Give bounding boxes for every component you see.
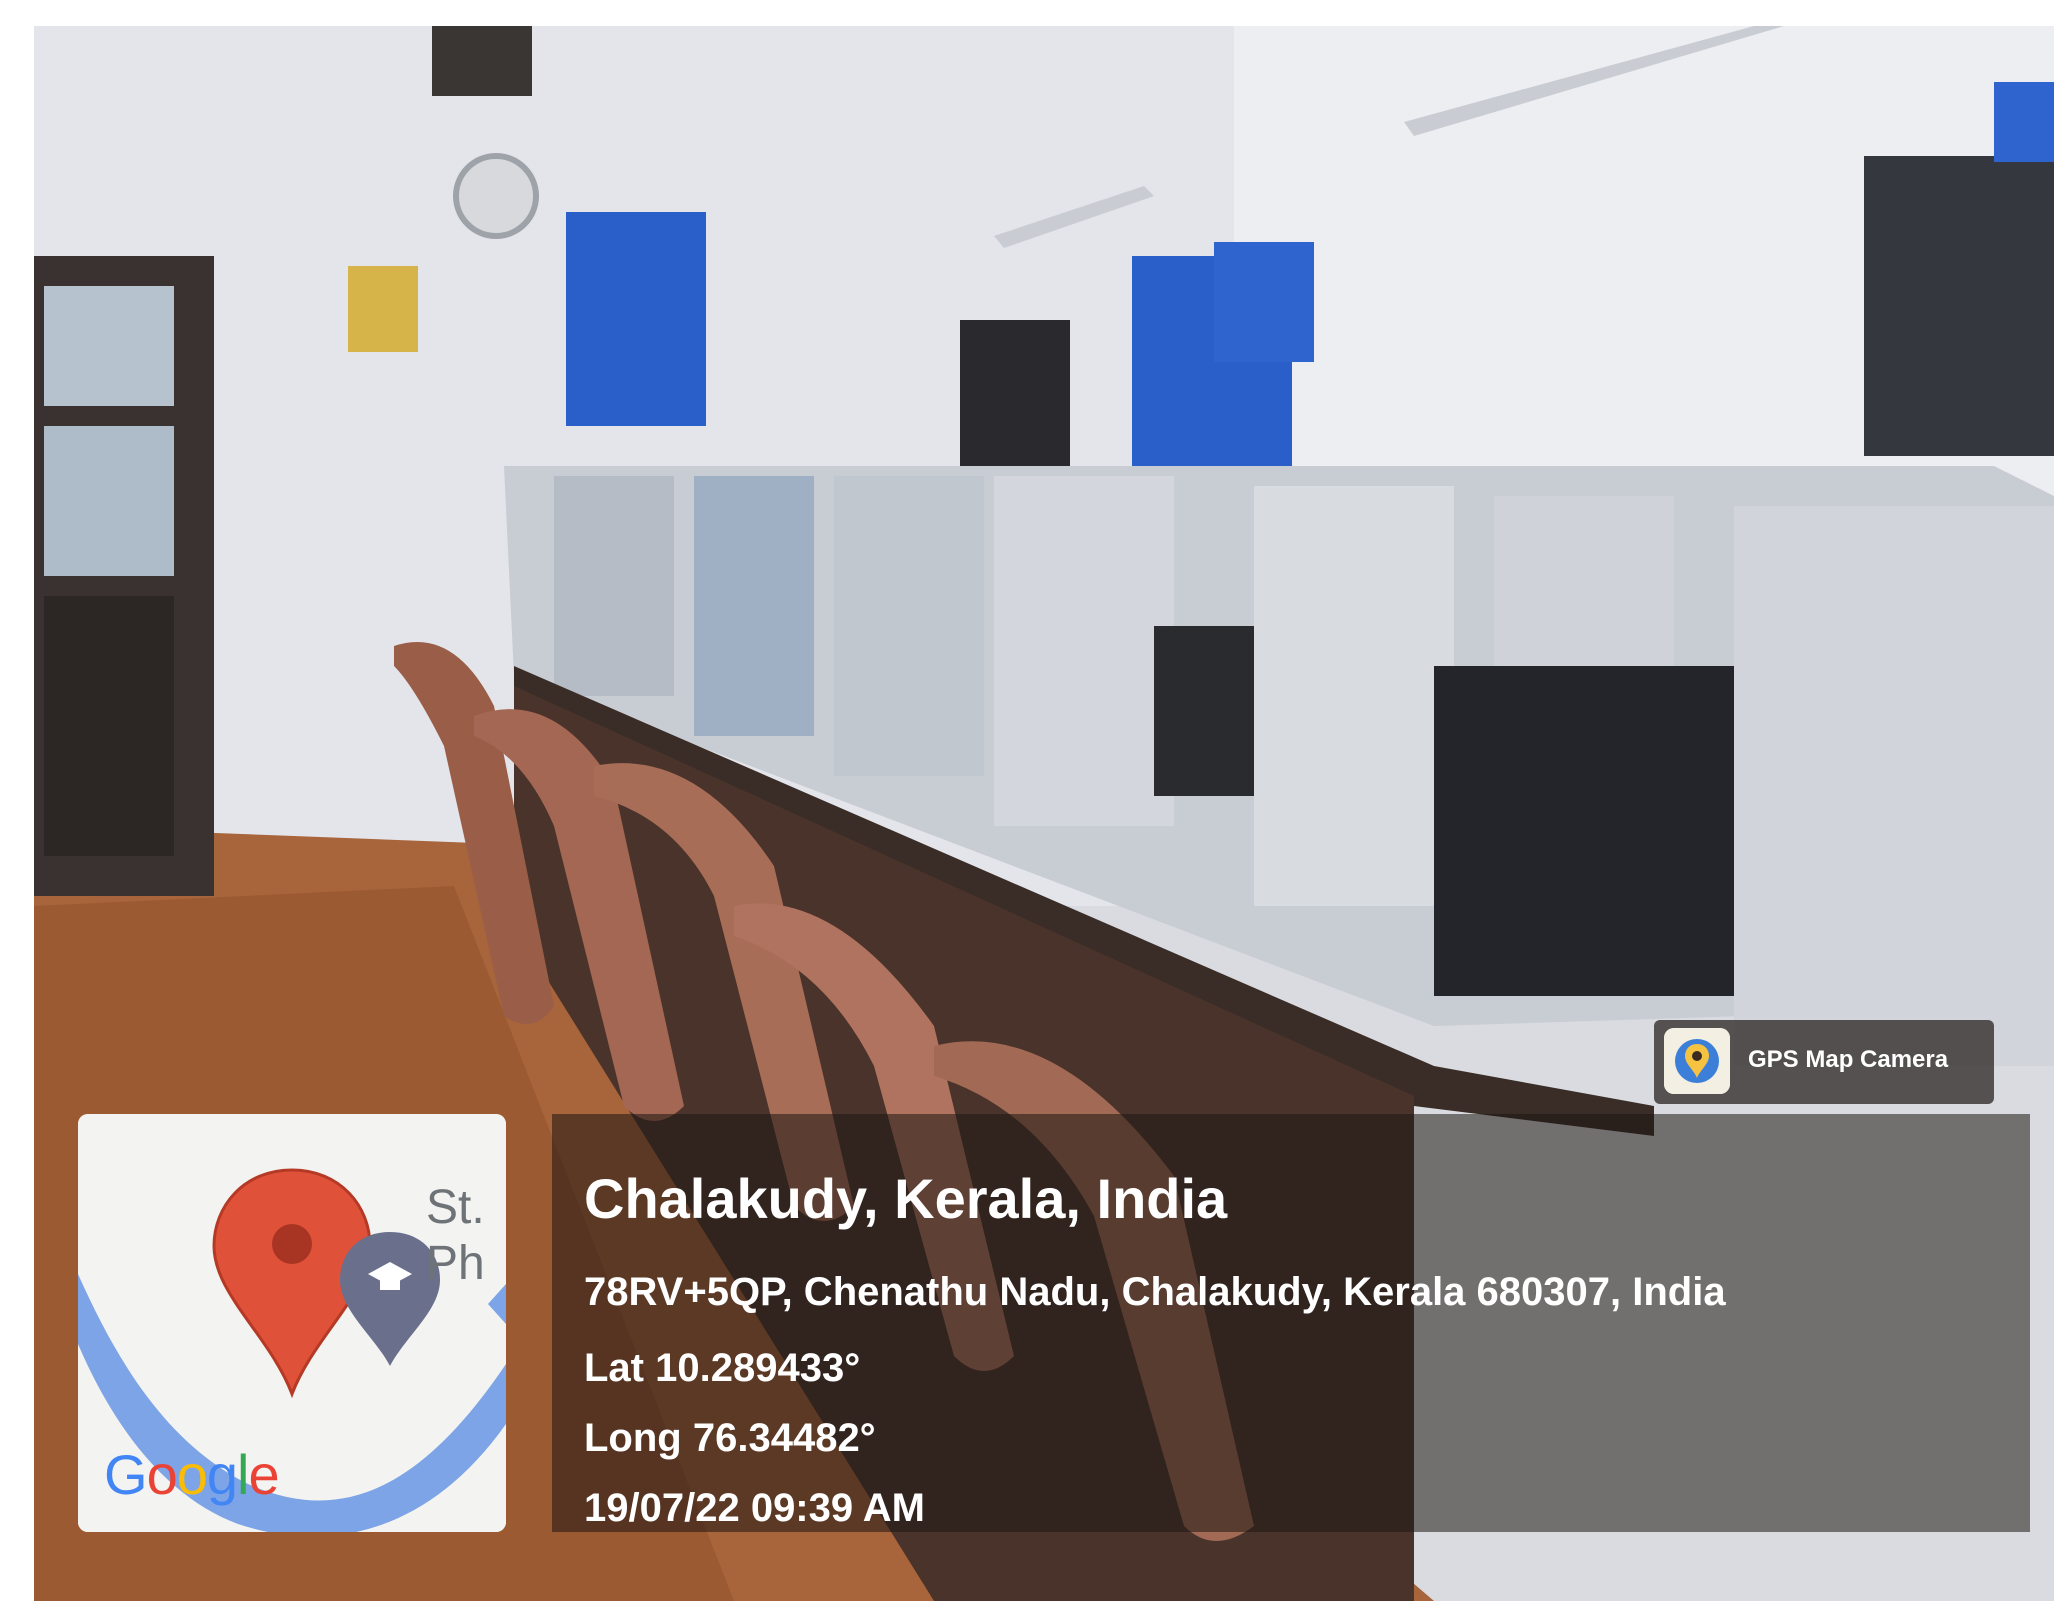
map-thumbnail[interactable]: St. Ph Google bbox=[78, 1114, 506, 1532]
address-text: 78RV+5QP, Chenathu Nadu, Chalakudy, Kera… bbox=[584, 1270, 1726, 1314]
location-info-panel: Chalakudy, Kerala, India 78RV+5QP, Chena… bbox=[552, 1114, 2030, 1532]
latitude-text: Lat 10.289433° bbox=[584, 1346, 861, 1390]
timestamp-text: 19/07/22 09:39 AM bbox=[584, 1486, 925, 1530]
map-place-label-line1: St. bbox=[426, 1181, 485, 1234]
app-name: GPS Map Camera bbox=[1748, 1046, 1949, 1073]
gps-map-camera-badge: GPS Map Camera bbox=[1654, 1020, 1994, 1104]
location-title: Chalakudy, Kerala, India bbox=[584, 1167, 1228, 1230]
photo: St. Ph Google Chalakudy, Kerala, India 7… bbox=[34, 26, 2054, 1601]
longitude-text: Long 76.34482° bbox=[584, 1416, 876, 1460]
map-place-label-line2: Ph bbox=[426, 1237, 485, 1290]
gps-camera-app-icon bbox=[1664, 1028, 1730, 1094]
google-logo: Google bbox=[104, 1443, 280, 1506]
